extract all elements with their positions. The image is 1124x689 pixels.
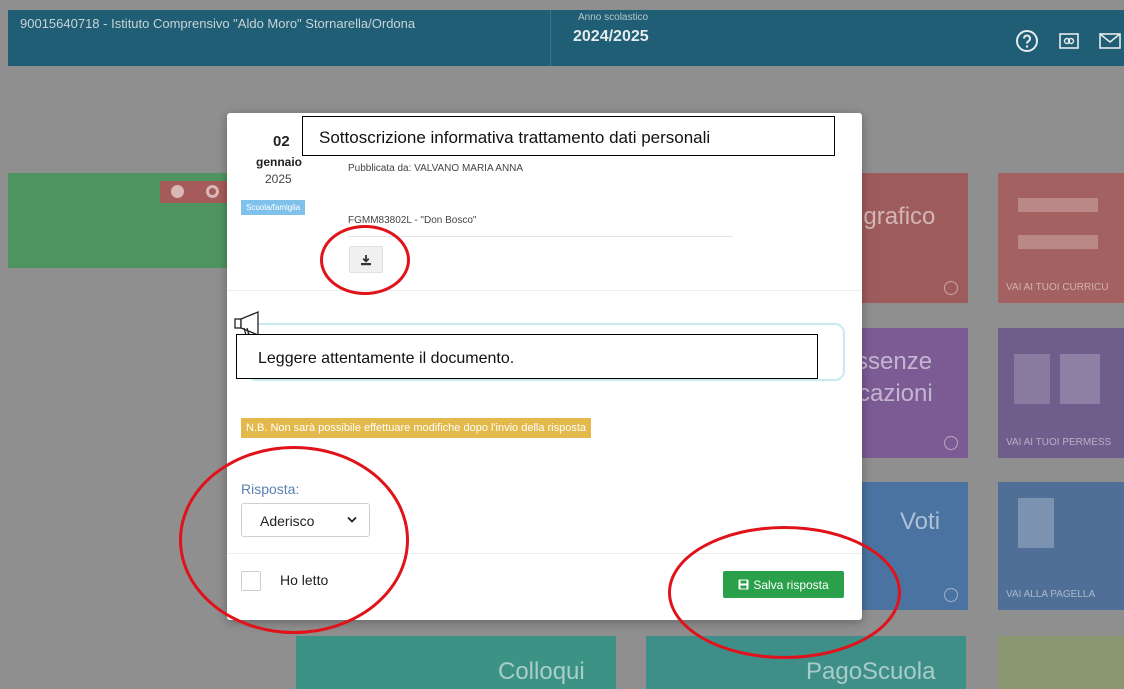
extra-tile[interactable] [998,636,1124,689]
date-day: 02 [273,133,290,150]
list-icon [1018,235,1098,249]
warning-badge: N.B. Non sarà possibile effettuare modif… [241,418,592,438]
school-year-value: 2024/2025 [573,28,649,45]
screen: 90015640718 - Istituto Comprensivo "Aldo… [0,0,1124,689]
card-icon[interactable] [1057,29,1081,53]
target-icon[interactable] [206,185,219,198]
pagella-link[interactable]: VAI ALLA PAGELLA [1006,589,1095,600]
colloqui-tile[interactable]: Colloqui [296,636,616,689]
school-name: 90015640718 - Istituto Comprensivo "Aldo… [20,16,416,31]
door-icon [1014,354,1050,404]
permessi-tile[interactable]: VAI AI TUOI PERMESS [998,328,1124,458]
list-icon [1018,198,1098,212]
published-by: Pubblicata da: VALVANO MARIA ANNA [348,163,524,174]
divider [227,290,862,291]
tile-title: PagoScuola [806,658,936,685]
note-text: Leggere attentamente il documento. [236,334,818,379]
annotation-circle [668,526,901,659]
tile-subtitle: cazioni [858,380,933,407]
top-bar: 90015640718 - Istituto Comprensivo "Aldo… [8,10,1124,66]
tile-title: ssenze [856,348,933,375]
school-year-label: Anno scolastico [578,12,649,23]
curriculum-link[interactable]: VAI AI TUOI CURRICU [1006,282,1108,293]
curriculum-tile[interactable]: VAI AI TUOI CURRICU [998,173,1124,303]
arrow-icon [944,436,958,450]
help-icon[interactable] [1015,29,1039,53]
tile-title: Voti [900,508,941,535]
annotation-circle [179,446,409,634]
back-icon[interactable] [171,185,184,198]
modal-title: Sottoscrizione informativa trattamento d… [302,116,835,156]
date-month: gennaio [256,155,303,169]
mail-icon[interactable] [1098,29,1122,53]
tile-title: ngrafico [850,203,936,230]
arrow-icon [944,588,958,602]
date-year: 2025 [265,172,292,186]
divider [348,236,733,237]
arrow-icon [944,281,958,295]
tile-title: Colloqui [498,658,585,685]
permessi-link[interactable]: VAI AI TUOI PERMESS [1006,437,1111,448]
pagella-tile[interactable]: VAI ALLA PAGELLA [998,482,1124,610]
document-icon [1018,498,1054,548]
category-badge: Scuola/famiglia [241,200,306,215]
door-icon [1060,354,1100,404]
annotation-circle [320,225,410,295]
divider [550,10,551,66]
